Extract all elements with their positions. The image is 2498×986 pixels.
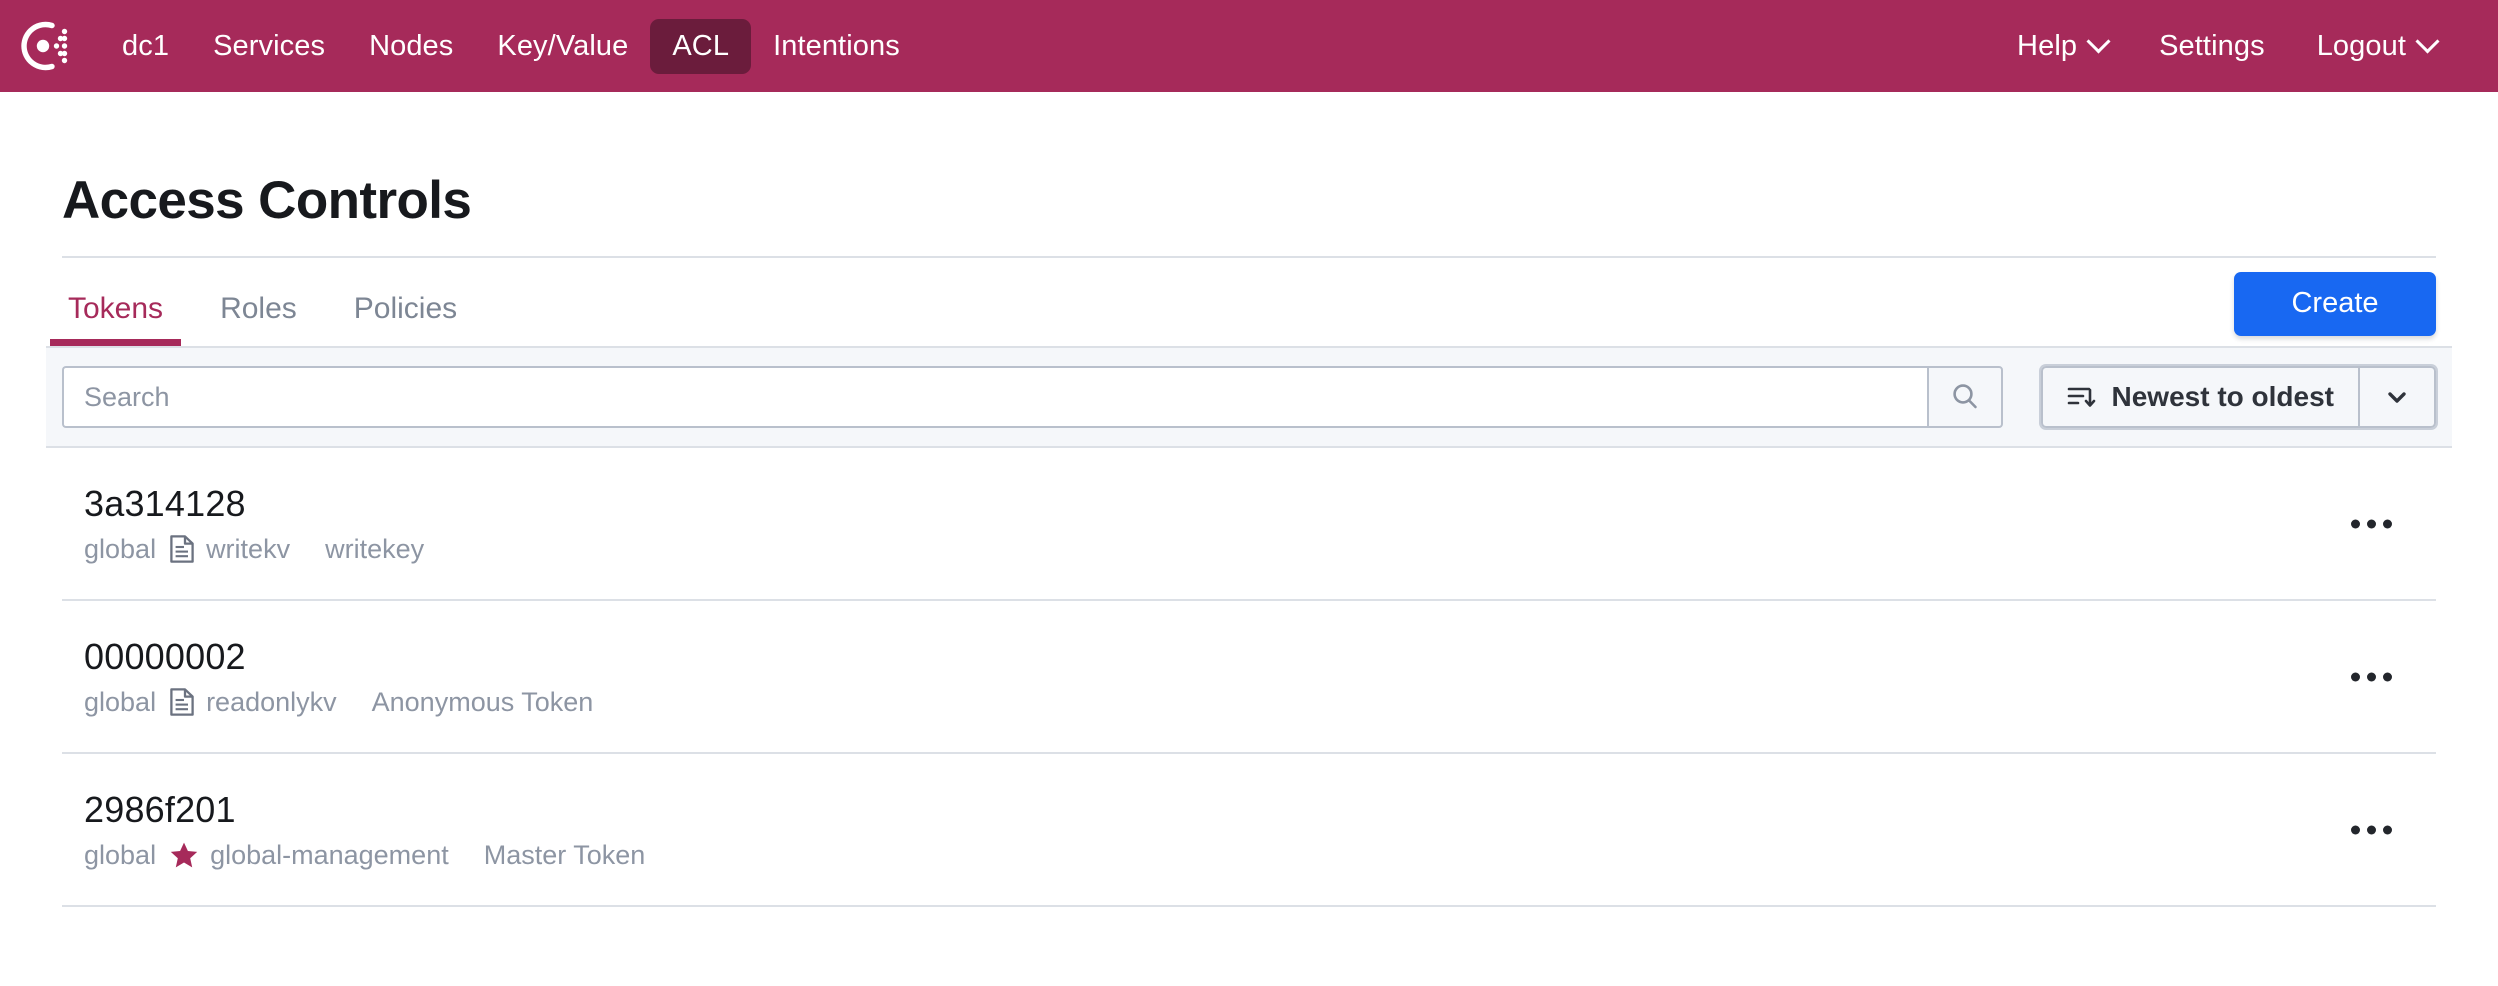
nav-item-dc1[interactable]: dc1 <box>100 19 191 74</box>
chevron-down-icon <box>2087 29 2111 53</box>
sort-select-button[interactable]: Newest to oldest <box>2041 366 2360 428</box>
search-input[interactable] <box>62 366 1927 428</box>
token-policy-badge: writekv <box>169 533 290 565</box>
kebab-dot <box>2383 825 2392 834</box>
token-id: 2986f201 <box>84 790 2436 830</box>
tab-list: Tokens Roles Policies <box>62 258 2436 346</box>
kebab-dot <box>2367 672 2376 681</box>
token-list: 3a314128 global writekv writekey <box>62 448 2436 907</box>
token-policy-badge: readonlykv <box>169 686 337 718</box>
token-policy-name: global-management <box>210 839 449 871</box>
chevron-down-icon <box>2383 383 2411 411</box>
token-list-item[interactable]: 2986f201 global global-management Master… <box>62 754 2436 907</box>
filter-toolbar: Newest to oldest <box>46 346 2452 448</box>
kebab-dot <box>2367 825 2376 834</box>
policy-document-icon <box>169 687 195 717</box>
sort-descending-icon <box>2067 382 2097 412</box>
token-extra-label: writekey <box>325 533 424 565</box>
kebab-dot <box>2367 519 2376 528</box>
token-extra-label: Master Token <box>484 839 646 871</box>
search-group <box>62 366 2003 428</box>
nav-item-settings[interactable]: Settings <box>2133 19 2291 74</box>
page-title: Access Controls <box>62 172 2436 256</box>
token-list-item[interactable]: 00000002 global readonlykv Anonymous Tok… <box>62 601 2436 754</box>
nav-item-nodes[interactable]: Nodes <box>347 19 475 74</box>
token-id: 00000002 <box>84 637 2436 677</box>
page-container: Access Controls Tokens Roles Policies Cr… <box>0 172 2498 907</box>
more-actions-icon[interactable] <box>2341 505 2402 542</box>
nav-item-help[interactable]: Help <box>1991 19 2133 74</box>
consul-logo-icon[interactable] <box>14 14 78 78</box>
management-star-icon <box>169 840 199 870</box>
nav-item-key-value[interactable]: Key/Value <box>475 19 650 74</box>
token-scope: global <box>84 533 156 565</box>
token-scope: global <box>84 686 156 718</box>
tab-policies[interactable]: Policies <box>348 294 463 346</box>
chevron-down-icon <box>2415 29 2439 53</box>
create-button[interactable]: Create <box>2234 272 2436 336</box>
tab-tokens[interactable]: Tokens <box>62 294 169 346</box>
token-policy-badge: global-management <box>169 839 449 871</box>
sort-label: Newest to oldest <box>2112 381 2334 413</box>
more-actions-icon[interactable] <box>2341 658 2402 695</box>
token-policy-name: readonlykv <box>206 686 337 718</box>
tabbar-container: Tokens Roles Policies Create <box>62 258 2436 346</box>
kebab-dot <box>2383 519 2392 528</box>
nav-item-services[interactable]: Services <box>191 19 347 74</box>
kebab-dot <box>2351 825 2360 834</box>
token-scope: global <box>84 839 156 871</box>
token-list-item[interactable]: 3a314128 global writekv writekey <box>62 448 2436 601</box>
search-icon <box>1948 380 1982 414</box>
nav-item-logout-label: Logout <box>2317 32 2406 61</box>
policy-document-icon <box>169 534 195 564</box>
nav-item-intentions[interactable]: Intentions <box>751 19 922 74</box>
kebab-dot <box>2351 672 2360 681</box>
token-meta: global global-management Master Token <box>84 839 2436 871</box>
token-policy-name: writekv <box>206 533 290 565</box>
tab-roles[interactable]: Roles <box>214 294 303 346</box>
nav-item-help-label: Help <box>2017 32 2077 61</box>
nav-item-acl[interactable]: ACL <box>650 19 751 74</box>
top-navigation-bar: dc1 Services Nodes Key/Value ACL Intenti… <box>0 0 2498 92</box>
kebab-dot <box>2383 672 2392 681</box>
nav-right-group: Help Settings Logout <box>1991 19 2462 74</box>
kebab-dot <box>2351 519 2360 528</box>
token-meta: global writekv writekey <box>84 533 2436 565</box>
sort-dropdown-toggle[interactable] <box>2360 366 2436 428</box>
more-actions-icon[interactable] <box>2341 811 2402 848</box>
nav-item-logout[interactable]: Logout <box>2291 19 2462 74</box>
token-id: 3a314128 <box>84 484 2436 524</box>
token-meta: global readonlykv Anonymous Token <box>84 686 2436 718</box>
token-extra-label: Anonymous Token <box>372 686 594 718</box>
search-button[interactable] <box>1927 366 2003 428</box>
sort-control: Newest to oldest <box>2041 366 2436 428</box>
nav-left-group: dc1 Services Nodes Key/Value ACL Intenti… <box>14 14 922 78</box>
